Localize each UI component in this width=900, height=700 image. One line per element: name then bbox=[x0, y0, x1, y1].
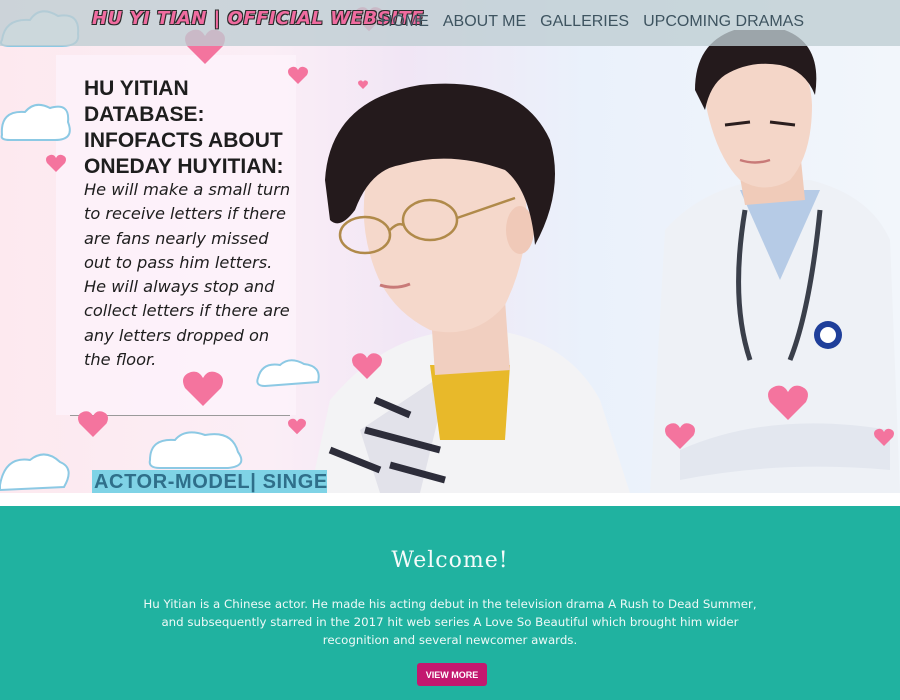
hero-banner: HU YITIAN DATABASE: INFOFACTS ABOUT ONED… bbox=[0, 0, 900, 493]
site-brand-logo[interactable]: HU YI TIAN | OFFICIAL WEBSITE bbox=[92, 8, 424, 29]
nav-home-link[interactable]: HOME bbox=[381, 13, 429, 31]
nav-upcoming-dramas-link[interactable]: UPCOMING DRAMAS bbox=[643, 13, 804, 31]
heart-decoration-icon bbox=[46, 7, 894, 449]
section-divider bbox=[0, 493, 900, 506]
welcome-description: Hu Yitian is a Chinese actor. He made hi… bbox=[143, 597, 757, 647]
nav-about-me-link[interactable]: ABOUT ME bbox=[443, 13, 526, 31]
main-nav: HOME ABOUT ME GALLERIES UPCOMING DRAMAS bbox=[381, 13, 804, 31]
welcome-section: Welcome! Hu Yitian is a Chinese actor. H… bbox=[0, 506, 900, 700]
top-navbar: HU YI TIAN | OFFICIAL WEBSITE HOME ABOUT… bbox=[0, 0, 900, 46]
nav-galleries-link[interactable]: GALLERIES bbox=[540, 13, 629, 31]
tagline-banner: ACTOR-MODEL| SINGER bbox=[92, 470, 327, 493]
welcome-title: Welcome! bbox=[391, 548, 509, 573]
view-more-button[interactable]: VIEW MORE bbox=[417, 663, 487, 686]
